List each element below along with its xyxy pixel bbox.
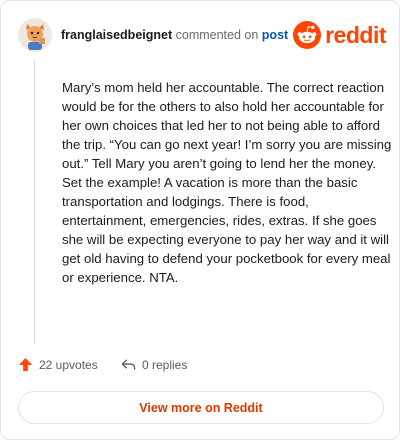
upvote-button[interactable]: 22 upvotes (18, 357, 98, 372)
reddit-wordmark: reddit (325, 21, 386, 48)
reddit-logo[interactable]: reddit (293, 20, 386, 50)
comment-byline: franglaisedbeignet commented on post (61, 28, 288, 42)
thread-line (34, 59, 35, 344)
comment-header: franglaisedbeignet commented on post red… (18, 18, 386, 54)
commented-on-text: commented on (175, 28, 259, 42)
post-link[interactable]: post (262, 28, 288, 42)
username-link[interactable]: franglaisedbeignet (61, 28, 172, 42)
view-more-button[interactable]: View more on Reddit (18, 391, 384, 424)
upvote-count: 22 upvotes (39, 357, 98, 372)
reddit-snoo-icon (293, 21, 322, 49)
upvote-arrow-icon (18, 357, 33, 372)
replies-button[interactable]: 0 replies (121, 357, 187, 372)
comment-embed-card: franglaisedbeignet commented on post red… (0, 0, 400, 440)
comment-actions: 22 upvotes 0 replies (18, 357, 378, 377)
user-avatar[interactable] (18, 18, 52, 52)
reply-count: 0 replies (142, 357, 188, 372)
reply-arrow-icon (121, 359, 136, 370)
comment-body: Mary’s mom held her accountable. The cor… (62, 80, 392, 285)
